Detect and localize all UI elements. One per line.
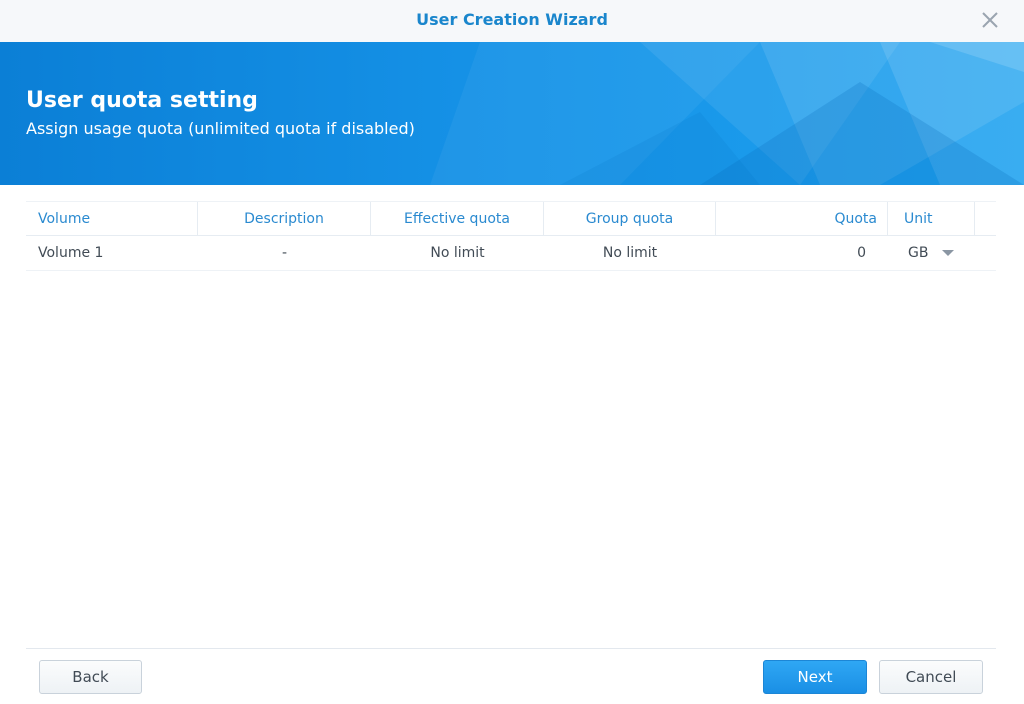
cancel-button[interactable]: Cancel	[879, 660, 983, 694]
column-header-group-quota[interactable]: Group quota	[544, 202, 716, 235]
quota-grid: Volume Description Effective quota Group…	[26, 201, 996, 271]
next-button[interactable]: Next	[763, 660, 867, 694]
step-subtitle: Assign usage quota (unlimited quota if d…	[26, 119, 415, 138]
column-header-effective-quota[interactable]: Effective quota	[371, 202, 544, 235]
user-creation-wizard-window: User Creation Wizard User quota setting …	[0, 0, 1024, 704]
column-header-description[interactable]: Description	[198, 202, 371, 235]
cell-effective-quota: No limit	[430, 245, 485, 261]
column-header-volume[interactable]: Volume	[26, 202, 198, 235]
back-button[interactable]: Back	[39, 660, 142, 694]
cell-volume: Volume 1	[38, 245, 104, 261]
cell-unit: GB	[888, 236, 975, 270]
cell-quota-input[interactable]: 0	[716, 236, 888, 270]
unit-select-value: GB	[908, 245, 929, 261]
footer-divider	[26, 648, 996, 649]
chevron-down-icon[interactable]	[942, 250, 955, 256]
banner-background-graphic	[430, 42, 1024, 185]
table-row[interactable]: Volume 1 - No limit No limit 0 GB	[26, 236, 996, 271]
cell-group-quota: No limit	[602, 245, 658, 261]
cell-description: -	[281, 245, 288, 261]
column-header-unit[interactable]: Unit	[888, 202, 975, 235]
step-title: User quota setting	[26, 88, 258, 113]
title-bar: User Creation Wizard	[0, 0, 1024, 43]
close-icon[interactable]	[978, 8, 1002, 32]
grid-header: Volume Description Effective quota Group…	[26, 201, 996, 236]
column-header-quota[interactable]: Quota	[716, 202, 888, 235]
window-title: User Creation Wizard	[416, 10, 608, 29]
unit-select[interactable]: GB	[908, 245, 955, 261]
row-spacer	[975, 236, 996, 270]
step-banner: User quota setting Assign usage quota (u…	[0, 42, 1024, 185]
column-header-spacer	[975, 202, 996, 235]
